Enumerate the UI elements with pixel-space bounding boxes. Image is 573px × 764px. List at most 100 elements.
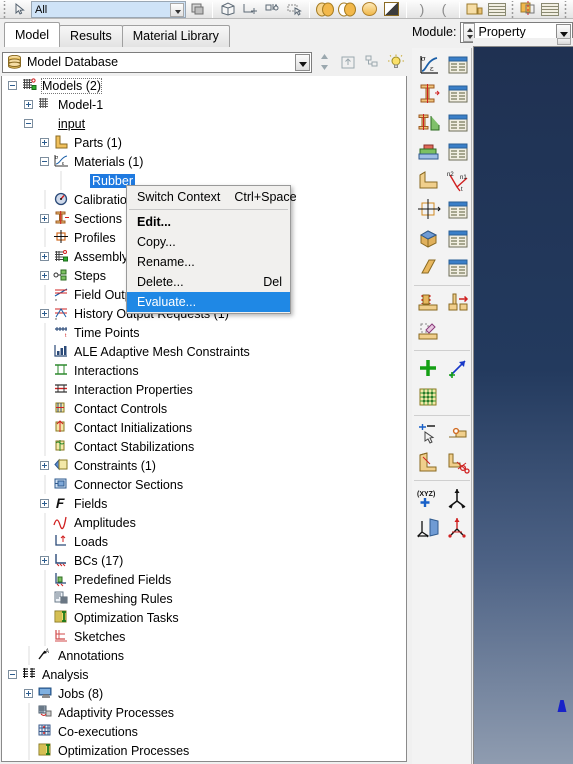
profile-manager-icon[interactable] <box>443 195 472 224</box>
color-edge-icon[interactable] <box>336 0 358 18</box>
tab-material-library[interactable]: Material Library <box>121 25 230 47</box>
lightbulb-icon[interactable] <box>384 51 408 73</box>
create-shell-section-icon[interactable] <box>414 253 443 282</box>
tree-item-parts-1[interactable]: Parts (1) <box>2 133 406 152</box>
context-menu-item-edit[interactable]: Edit... <box>127 212 290 232</box>
context-menu-item-rename[interactable]: Rename... <box>127 252 290 272</box>
composite-layup-manager-icon[interactable] <box>443 137 472 166</box>
expand-toggle[interactable] <box>40 556 49 565</box>
expand-toggle[interactable] <box>40 271 49 280</box>
tree-item-contact-stabilizations[interactable]: Contact Stabilizations <box>2 437 406 456</box>
tab-model[interactable]: Model <box>4 22 61 47</box>
tree-item-contact-controls[interactable]: Contact Controls <box>2 399 406 418</box>
context-menu-item-evaluate[interactable]: Evaluate... <box>127 292 290 312</box>
expand-toggle[interactable] <box>40 138 49 147</box>
cursor-select-icon[interactable] <box>9 0 31 18</box>
paren-right-icon[interactable]: ( <box>433 0 455 18</box>
shell-section-manager-icon[interactable] <box>443 253 472 282</box>
create-set-icon[interactable] <box>414 354 443 383</box>
tree-item-bcs-17[interactable]: BCs (17) <box>2 551 406 570</box>
tree-item-annotations[interactable]: A Annotations <box>2 646 406 665</box>
toolbar-grip[interactable] <box>509 1 516 18</box>
paren-left-icon[interactable]: ) <box>411 0 433 18</box>
tree-item-analysis[interactable]: Analysis <box>2 665 406 684</box>
create-section-icon[interactable] <box>414 79 443 108</box>
datum-csys-icon[interactable]: (XYZ) <box>414 484 443 513</box>
tree-item-sketches[interactable]: Sketches <box>2 627 406 646</box>
query-icon[interactable] <box>261 0 283 18</box>
expand-toggle[interactable] <box>40 499 49 508</box>
tree-item-model-1[interactable]: Model-1 <box>2 95 406 114</box>
toolbar-grip[interactable] <box>562 1 569 18</box>
tree-item-input[interactable]: input <box>2 114 406 133</box>
color-fill-icon[interactable] <box>358 0 380 18</box>
tree-item-optimization-tasks[interactable]: Optimization Tasks <box>2 608 406 627</box>
tree-item-amplitudes[interactable]: Amplitudes <box>2 513 406 532</box>
assign-material-orientation-icon[interactable]: n2 n1 t <box>443 166 472 195</box>
context-menu-item-copy[interactable]: Copy... <box>127 232 290 252</box>
create-solid-section-icon[interactable] <box>414 224 443 253</box>
tab-results[interactable]: Results <box>59 25 123 47</box>
list-panel-icon[interactable] <box>486 0 508 18</box>
probe-icon[interactable] <box>239 0 261 18</box>
tree-item-ale-adaptive-mesh-constraints[interactable]: ALE Adaptive Mesh Constraints <box>2 342 406 361</box>
filter-combo[interactable]: All <box>31 1 186 18</box>
datum-axis-principal-icon[interactable] <box>443 484 472 513</box>
tree-item-interaction-properties[interactable]: Interaction Properties <box>2 380 406 399</box>
create-skin-icon[interactable] <box>414 289 443 318</box>
partition-edge-icon[interactable] <box>414 448 443 477</box>
tree-item-models-2[interactable]: Models (2) <box>2 76 406 95</box>
select-region-icon[interactable] <box>283 0 305 18</box>
collapse-toggle[interactable] <box>24 119 33 128</box>
filter-tree-icon[interactable] <box>360 51 384 73</box>
split-viewport-icon[interactable] <box>517 0 539 18</box>
tree-item-adaptivity-processes[interactable]: Adaptivity Processes <box>2 703 406 722</box>
assign-beam-orientation-icon[interactable] <box>414 166 443 195</box>
partition-cell-icon[interactable] <box>414 419 443 448</box>
move-up-level-icon[interactable] <box>336 51 360 73</box>
expand-toggle[interactable] <box>40 214 49 223</box>
assign-section-icon[interactable] <box>414 108 443 137</box>
collapse-toggle[interactable] <box>8 81 17 90</box>
tree-item-jobs-8[interactable]: Jobs (8) <box>2 684 406 703</box>
datum-point-offset-icon[interactable] <box>443 513 472 542</box>
viewport-restore-button[interactable] <box>557 38 571 45</box>
tree-item-connector-sections[interactable]: Connector Sections <box>2 475 406 494</box>
partition-face-icon[interactable] <box>443 419 472 448</box>
context-menu-item-switch-context[interactable]: Switch Context Ctrl+Space <box>127 187 297 207</box>
tree-item-constraints-1[interactable]: Constraints (1) <box>2 456 406 475</box>
color-full-icon[interactable] <box>314 0 336 18</box>
tree-item-contact-initializations[interactable]: Contact Initializations <box>2 418 406 437</box>
tree-item-time-points[interactable]: t Time Points <box>2 323 406 342</box>
model-database-combo[interactable]: Model Database <box>2 51 312 73</box>
expand-toggle[interactable] <box>40 252 49 261</box>
create-material-icon[interactable]: σ ε <box>414 50 443 79</box>
chevron-down-icon[interactable] <box>170 3 184 17</box>
tree-item-fields[interactable]: 𝑭 Fields <box>2 494 406 513</box>
datum-plane-icon[interactable] <box>414 513 443 542</box>
toolbar-grip[interactable] <box>1 1 8 18</box>
tree-item-co-executions[interactable]: Co-executions <box>2 722 406 741</box>
partition-cut-icon[interactable] <box>443 448 472 477</box>
chevron-down-icon[interactable] <box>295 53 310 71</box>
create-surface-icon[interactable] <box>443 354 472 383</box>
contrast-icon[interactable] <box>380 0 402 18</box>
tree-item-predefined-fields[interactable]: Predefined Fields <box>2 570 406 589</box>
tree-item-materials-1[interactable]: σ ε Materials (1) <box>2 152 406 171</box>
model-tree[interactable]: Models (2) Model-1 input Parts (1) σ ε Materia… <box>1 76 407 762</box>
expand-toggle[interactable] <box>24 100 33 109</box>
viewport[interactable]: Z <box>473 46 573 764</box>
context-menu[interactable]: Switch Context Ctrl+Space Edit... Copy... Re… <box>126 185 297 314</box>
expand-toggle[interactable] <box>40 309 49 318</box>
collapse-toggle[interactable] <box>8 670 17 679</box>
assign-stringer-icon[interactable] <box>414 318 443 347</box>
page-setup-icon[interactable] <box>464 0 486 18</box>
convert-constraints-icon[interactable] <box>443 289 472 318</box>
render-shaded-icon[interactable] <box>186 0 208 18</box>
material-manager-icon[interactable] <box>443 50 472 79</box>
section-assignment-manager-icon[interactable] <box>443 108 472 137</box>
tree-item-interactions[interactable]: Interactions <box>2 361 406 380</box>
create-datum-grid-icon[interactable] <box>414 383 443 412</box>
tree-item-optimization-processes[interactable]: Optimization Processes <box>2 741 406 760</box>
tree-item-remeshing-rules[interactable]: Remeshing Rules <box>2 589 406 608</box>
